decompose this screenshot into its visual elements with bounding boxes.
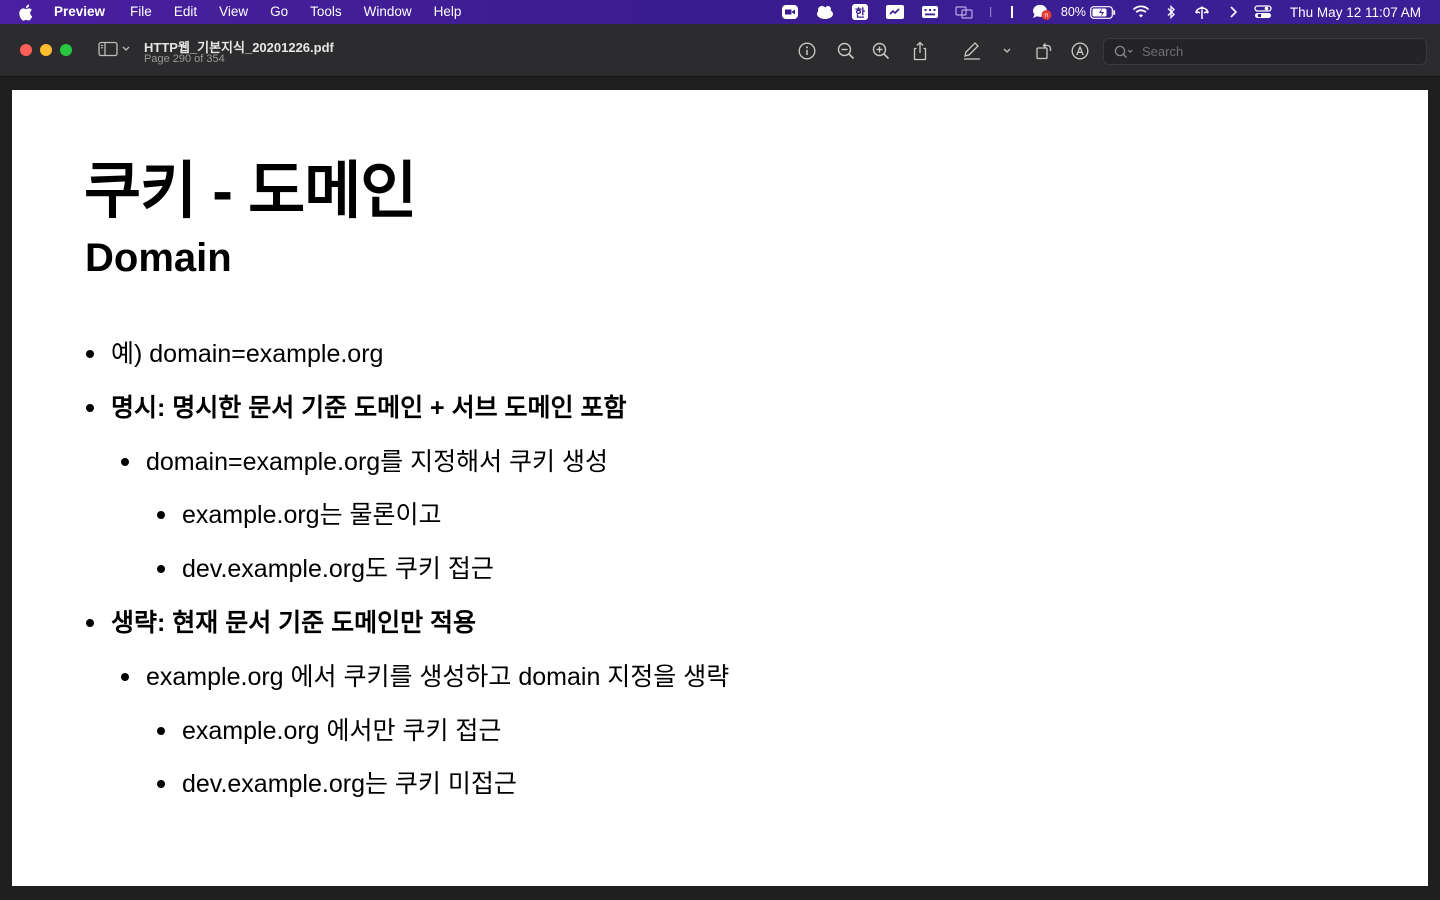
search-icon bbox=[1114, 45, 1134, 59]
menubar-clock[interactable]: Thu May 12 11:07 AM bbox=[1290, 5, 1421, 20]
divider-icon bbox=[989, 0, 993, 24]
bullet-dot bbox=[86, 404, 94, 412]
bullet-text: dev.example.org는 쿠키 미접근 bbox=[182, 770, 517, 798]
bullet-item: domain=example.org를 지정해서 쿠키 생성 bbox=[121, 446, 608, 478]
menu-help[interactable]: Help bbox=[423, 0, 473, 24]
bluetooth-icon[interactable] bbox=[1166, 0, 1176, 24]
svg-text:n: n bbox=[1044, 12, 1048, 20]
menu-app-preview[interactable]: Preview bbox=[52, 0, 119, 24]
fullscreen-window-button[interactable] bbox=[60, 44, 72, 56]
highlight-options-button[interactable] bbox=[995, 39, 1019, 63]
keyboard-icon[interactable] bbox=[921, 0, 939, 24]
pen-icon bbox=[964, 42, 980, 60]
apple-menu-icon[interactable] bbox=[18, 3, 36, 21]
bullet-item: dev.example.org는 쿠키 미접근 bbox=[157, 768, 517, 800]
battery-percent: 80% bbox=[1060, 5, 1086, 19]
wifi-icon[interactable] bbox=[1132, 0, 1150, 24]
markup-button[interactable] bbox=[1068, 39, 1092, 63]
page-indicator: Page 290 of 354 bbox=[144, 53, 225, 65]
notification-app-icon[interactable]: n bbox=[1031, 0, 1053, 24]
bullet-dot bbox=[157, 511, 165, 519]
chevron-down-icon bbox=[122, 46, 130, 51]
translate-icon[interactable] bbox=[955, 0, 973, 24]
sidebar-toggle-button[interactable] bbox=[98, 41, 130, 57]
bullet-dot bbox=[157, 565, 165, 573]
minimize-window-button[interactable] bbox=[40, 44, 52, 56]
svg-text:한: 한 bbox=[855, 6, 865, 20]
pdf-page: 쿠키 - 도메인 Domain 예) domain=example.org 명시… bbox=[12, 90, 1428, 886]
bullet-item: 예) domain=example.org bbox=[86, 338, 383, 370]
close-window-button[interactable] bbox=[20, 44, 32, 56]
share-icon bbox=[913, 41, 927, 61]
bullet-text: domain=example.org를 지정해서 쿠키 생성 bbox=[146, 448, 609, 476]
bullet-item: 생략: 현재 문서 기준 도메인만 적용 bbox=[86, 607, 476, 639]
screen-share-icon[interactable] bbox=[885, 0, 905, 24]
menu-bar: Preview File Edit View Go Tools Window H… bbox=[0, 0, 1440, 24]
control-center-icon[interactable] bbox=[1254, 0, 1272, 24]
bullet-text: 생략: 현재 문서 기준 도메인만 적용 bbox=[111, 609, 477, 637]
bullet-text: example.org 에서만 쿠키 접근 bbox=[182, 717, 502, 745]
share-button[interactable] bbox=[908, 39, 932, 63]
menu-go[interactable]: Go bbox=[259, 0, 299, 24]
window-toolbar: HTTP웹_기본지식_20201226.pdf Page 290 of 354 bbox=[0, 24, 1440, 77]
korean-input-icon[interactable]: 한 bbox=[851, 0, 869, 24]
battery-icon[interactable] bbox=[1090, 0, 1116, 24]
zoom-in-button[interactable] bbox=[869, 39, 893, 63]
zoom-out-button[interactable] bbox=[834, 39, 858, 63]
menu-tools[interactable]: Tools bbox=[299, 0, 353, 24]
bullet-dot bbox=[157, 727, 165, 735]
bullet-dot bbox=[86, 619, 94, 627]
bullet-dot bbox=[121, 673, 129, 681]
bullet-item: example.org는 물론이고 bbox=[157, 499, 442, 531]
menu-window[interactable]: Window bbox=[353, 0, 423, 24]
info-button[interactable] bbox=[795, 39, 819, 63]
menu-edit[interactable]: Edit bbox=[163, 0, 208, 24]
bullet-dot bbox=[121, 458, 129, 466]
rotate-icon bbox=[1036, 43, 1052, 60]
bullet-text: 명시: 명시한 문서 기준 도메인 + 서브 도메인 포함 bbox=[111, 394, 627, 422]
bullet-item: example.org 에서 쿠키를 생성하고 domain 지정을 생략 bbox=[121, 661, 729, 693]
bullet-text: 예) domain=example.org bbox=[111, 340, 384, 368]
rotate-button[interactable] bbox=[1032, 39, 1056, 63]
bullet-dot bbox=[86, 350, 94, 358]
bullet-item: dev.example.org도 쿠키 접근 bbox=[157, 553, 494, 585]
search-input[interactable] bbox=[1140, 43, 1414, 60]
zoom-out-icon bbox=[837, 42, 855, 60]
sidebar-icon bbox=[98, 41, 118, 57]
bullet-item: 명시: 명시한 문서 기준 도메인 + 서브 도메인 포함 bbox=[86, 392, 627, 424]
search-field[interactable] bbox=[1103, 38, 1427, 65]
bullet-text: dev.example.org도 쿠키 접근 bbox=[182, 555, 494, 583]
zoom-app-icon[interactable] bbox=[781, 0, 799, 24]
bullet-text: example.org 에서 쿠키를 생성하고 domain 지정을 생략 bbox=[146, 663, 730, 691]
bullet-text: example.org는 물론이고 bbox=[182, 501, 442, 529]
cloud-app-icon[interactable] bbox=[815, 0, 835, 24]
bullet-item: example.org 에서만 쿠키 접근 bbox=[157, 715, 501, 747]
preview-window: HTTP웹_기본지식_20201226.pdf Page 290 of 354 bbox=[0, 24, 1440, 900]
menu-view[interactable]: View bbox=[208, 0, 259, 24]
info-icon bbox=[798, 42, 816, 60]
airdrop-icon[interactable] bbox=[1192, 0, 1212, 24]
slide-subtitle: Domain bbox=[85, 236, 232, 280]
slide-title: 쿠키 - 도메인 bbox=[84, 157, 417, 226]
chevron-down-icon bbox=[1003, 48, 1011, 53]
markup-icon bbox=[1071, 42, 1089, 60]
cursor-indicator-icon bbox=[1009, 0, 1015, 24]
menu-file[interactable]: File bbox=[119, 0, 163, 24]
chevron-right-icon[interactable] bbox=[1228, 0, 1238, 24]
bullet-dot bbox=[157, 780, 165, 788]
highlight-button[interactable] bbox=[960, 39, 984, 63]
zoom-in-icon bbox=[872, 42, 890, 60]
